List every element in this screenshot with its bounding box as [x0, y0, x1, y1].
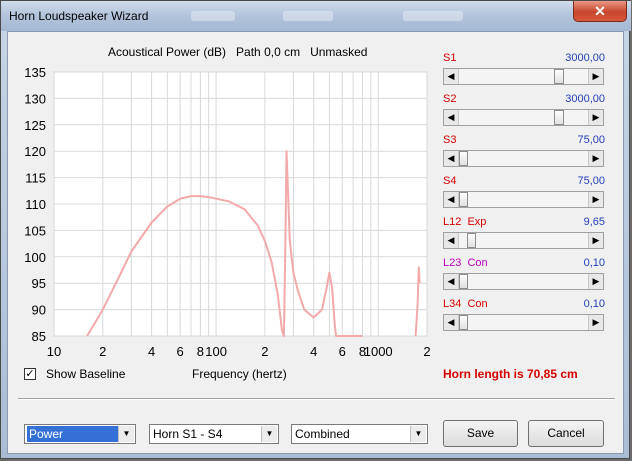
x-tick-label: 4	[148, 344, 155, 359]
slider-l23: L23 Con 0,10 ◀ ▶	[443, 257, 605, 298]
arrow-right-icon[interactable]: ▶	[588, 315, 603, 330]
chevron-down-icon[interactable]: ▼	[261, 426, 277, 442]
x-tick-label: 2	[99, 344, 106, 359]
scroll-thumb[interactable]	[459, 192, 468, 207]
client-area: Acoustical Power (dB) Path 0,0 cm Unmask…	[7, 31, 624, 454]
y-tick-label: 135	[24, 65, 46, 80]
arrow-left-icon[interactable]: ◀	[444, 274, 459, 289]
chevron-down-icon[interactable]: ▼	[118, 426, 134, 442]
slider-value: 9,65	[583, 216, 605, 228]
slider-value: 0,10	[583, 298, 605, 310]
scrollbar[interactable]: ◀ ▶	[443, 232, 604, 249]
arrow-left-icon[interactable]: ◀	[444, 192, 459, 207]
y-tick-label: 95	[32, 276, 46, 291]
slider-label: L34 Con	[443, 298, 488, 310]
cancel-button[interactable]: Cancel	[528, 420, 604, 447]
y-tick-label: 100	[24, 250, 46, 265]
slider-s4: S4 75,00 ◀ ▶	[443, 175, 605, 216]
scroll-thumb[interactable]	[467, 233, 477, 248]
slider-value: 75,00	[577, 175, 605, 187]
scrollbar[interactable]: ◀ ▶	[443, 191, 604, 208]
x-tick-label: 6	[177, 344, 184, 359]
scrollbar[interactable]: ◀ ▶	[443, 314, 604, 331]
show-baseline-label[interactable]: Show Baseline	[46, 367, 125, 381]
slider-value: 75,00	[577, 134, 605, 146]
x-tick-label: 10	[47, 344, 61, 359]
wizard-window: Horn Loudspeaker Wizard ✕ Acoustical Pow…	[0, 0, 631, 459]
chevron-down-icon[interactable]: ▼	[410, 426, 426, 442]
slider-l34: L34 Con 0,10 ◀ ▶	[443, 298, 605, 339]
y-tick-label: 105	[24, 223, 46, 238]
y-tick-label: 120	[24, 144, 46, 159]
arrow-right-icon[interactable]: ▶	[588, 192, 603, 207]
arrow-right-icon[interactable]: ▶	[588, 233, 603, 248]
scrollbar[interactable]: ◀ ▶	[443, 109, 604, 126]
x-axis: 10 2 4 6 8 100 2 4 6 81000 2	[47, 344, 431, 359]
y-axis: 135 130 125 120 115 110 105 100 95 90 85	[24, 65, 46, 344]
view-select[interactable]: Combined ▼	[291, 424, 428, 444]
slider-l12: L12 Exp 9,65 ◀ ▶	[443, 216, 605, 257]
scrollbar[interactable]: ◀ ▶	[443, 273, 604, 290]
background-blur	[191, 11, 235, 21]
y-tick-label: 125	[24, 118, 46, 133]
y-tick-label: 115	[25, 171, 46, 186]
separator	[18, 398, 615, 400]
slider-label: S1	[443, 52, 457, 64]
x-tick-label: 6	[339, 344, 346, 359]
y-tick-label: 110	[25, 197, 46, 212]
horn-select[interactable]: Horn S1 - S4 ▼	[149, 424, 279, 444]
arrow-left-icon[interactable]: ◀	[444, 110, 459, 125]
x-tick-label: 4	[310, 344, 317, 359]
scroll-thumb[interactable]	[553, 69, 564, 84]
scroll-thumb[interactable]	[459, 151, 468, 166]
horn-length-readout: Horn length is 70,85 cm	[443, 367, 578, 381]
power-chart: 135130125120115110105100959085 10 2 4 6 8 100…	[24, 65, 431, 359]
slider-value: 0,10	[583, 257, 605, 269]
scroll-thumb[interactable]	[459, 274, 468, 289]
arrow-right-icon[interactable]: ▶	[588, 69, 603, 84]
y-tick-label: 90	[32, 303, 46, 318]
save-button[interactable]: Save	[443, 420, 518, 447]
arrow-left-icon[interactable]: ◀	[444, 233, 459, 248]
slider-value: 3000,00	[565, 93, 605, 105]
y-tick-label: 130	[24, 91, 46, 106]
show-baseline-checkbox[interactable]: ✓	[24, 368, 36, 380]
x-tick-label: 2	[423, 344, 430, 359]
x-tick-label: 8	[197, 344, 204, 359]
slider-label: L23 Con	[443, 257, 488, 269]
x-axis-label: Frequency (hertz)	[192, 367, 287, 381]
horn-select-value: Horn S1 - S4	[153, 427, 223, 441]
background-blur	[403, 11, 463, 21]
arrow-left-icon[interactable]: ◀	[444, 315, 459, 330]
y-tick-label: 85	[32, 329, 46, 344]
slider-s1: S1 3000,00 ◀ ▶	[443, 52, 605, 93]
slider-label: S2	[443, 93, 457, 105]
x-tick-label: 100	[205, 344, 227, 359]
scrollbar[interactable]: ◀ ▶	[443, 68, 604, 85]
arrow-left-icon[interactable]: ◀	[444, 151, 459, 166]
background-blur	[283, 11, 333, 21]
slider-label: S3	[443, 134, 457, 146]
arrow-left-icon[interactable]: ◀	[444, 69, 459, 84]
slider-label: L12 Exp	[443, 216, 487, 228]
slider-s2: S2 3000,00 ◀ ▶	[443, 93, 605, 134]
check-icon: ✓	[25, 368, 35, 380]
slider-label: S4	[443, 175, 457, 187]
scroll-thumb[interactable]	[459, 315, 468, 330]
slider-value: 3000,00	[565, 52, 605, 64]
x-tick-label: 1000	[364, 344, 393, 359]
scroll-thumb[interactable]	[553, 110, 564, 125]
scrollbar[interactable]: ◀ ▶	[443, 150, 604, 167]
arrow-right-icon[interactable]: ▶	[588, 151, 603, 166]
arrow-right-icon[interactable]: ▶	[588, 110, 603, 125]
title-bar[interactable]: Horn Loudspeaker Wizard ✕	[1, 1, 631, 31]
view-select-value: Combined	[295, 427, 350, 441]
close-icon: ✕	[594, 3, 606, 19]
arrow-right-icon[interactable]: ▶	[588, 274, 603, 289]
window-title: Horn Loudspeaker Wizard	[9, 9, 149, 23]
x-tick-label: 2	[261, 344, 268, 359]
close-button[interactable]: ✕	[573, 1, 627, 22]
mode-select[interactable]: Power ▼	[24, 424, 136, 444]
slider-s3: S3 75,00 ◀ ▶	[443, 134, 605, 175]
